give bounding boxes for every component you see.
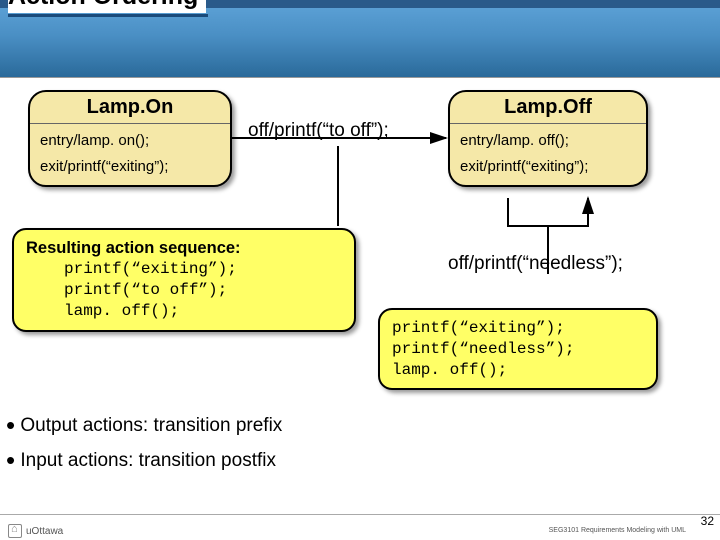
state-off-entry: entry/lamp. off(); (460, 128, 636, 154)
state-lamp-off: Lamp.Off entry/lamp. off(); exit/printf(… (448, 90, 648, 187)
state-lamp-on: Lamp.On entry/lamp. on(); exit/printf(“e… (28, 90, 232, 187)
org-name: uOttawa (26, 526, 63, 537)
state-off-title: Lamp.Off (460, 96, 636, 121)
callout-result-sequence: Resulting action sequence: printf(“exiti… (12, 228, 356, 332)
slide-content: Lamp.On entry/lamp. on(); exit/printf(“e… (0, 78, 720, 508)
callout-self-sequence: printf(“exiting”); printf(“needless”); l… (378, 308, 658, 390)
state-off-exit: exit/printf(“exiting”); (460, 154, 636, 180)
org-logo: uOttawa (8, 524, 63, 538)
callout2-line: lamp. off(); (392, 360, 644, 381)
callout1-line: lamp. off(); (26, 301, 342, 322)
slide-title: Action Ordering (8, 0, 206, 13)
state-on-entry: entry/lamp. on(); (40, 128, 220, 154)
slide-footer: uOttawa SEG3101 Requirements Modeling wi… (0, 514, 720, 540)
transition-self-label: off/printf(“needless”); (448, 253, 623, 275)
callout2-line: printf(“needless”); (392, 339, 644, 360)
state-on-exit: exit/printf(“exiting”); (40, 154, 220, 180)
bullet-1: Output actions: transition prefix (20, 415, 282, 436)
callout1-heading: Resulting action sequence: (26, 238, 342, 259)
callout1-line: printf(“to off”); (26, 280, 342, 301)
page-number: 32 (701, 514, 714, 528)
slide-header: Action Ordering (0, 8, 720, 78)
callout2-line: printf(“exiting”); (392, 318, 644, 339)
bullet-list: • Output actions: transition prefix • In… (6, 408, 282, 478)
transition-to-off-label: off/printf(“to off”); (248, 120, 389, 142)
footer-course: SEG3101 Requirements Modeling with UML (549, 527, 686, 534)
bullet-2: Input actions: transition postfix (20, 450, 276, 471)
state-on-title: Lamp.On (40, 96, 220, 121)
callout1-line: printf(“exiting”); (26, 259, 342, 280)
building-icon (8, 524, 22, 538)
header-accent (8, 14, 208, 17)
